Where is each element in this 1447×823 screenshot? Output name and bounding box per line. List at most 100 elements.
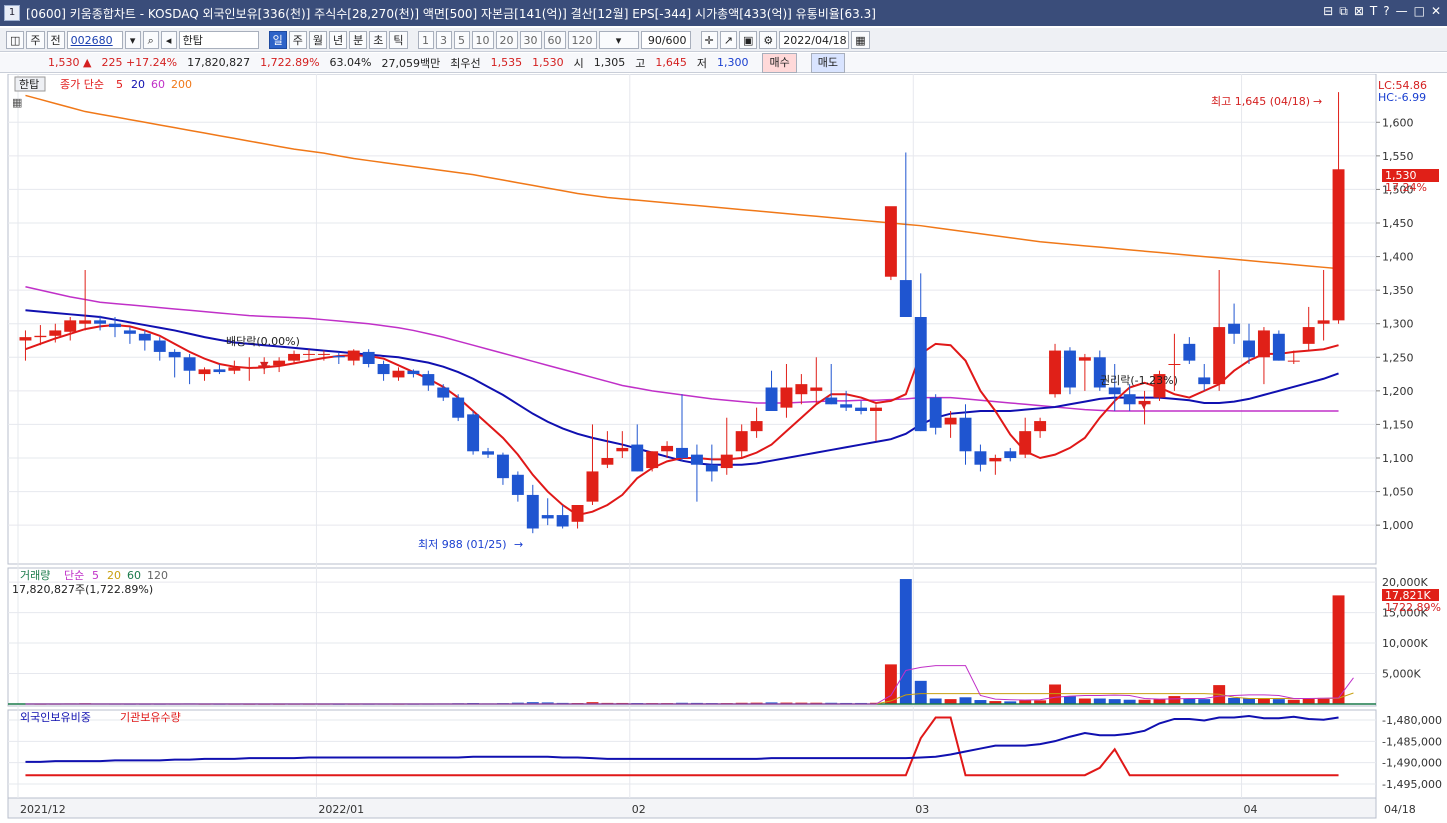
lock-icon[interactable]: ⊠	[1354, 4, 1364, 19]
candle-body	[1049, 350, 1062, 395]
gear-icon[interactable]: ⚙	[759, 30, 778, 49]
interval-10[interactable]: 10	[471, 30, 494, 49]
high-arrow-icon: →	[1313, 95, 1322, 108]
minimize-icon[interactable]: —	[1396, 4, 1408, 19]
candle-body	[586, 471, 599, 502]
speaker-icon[interactable]: ◂	[160, 30, 177, 49]
volume-bar	[1243, 698, 1255, 704]
candle-body	[825, 397, 838, 405]
price-tick-label: 1,600	[1382, 116, 1414, 129]
best-ask-1: 1,535	[490, 56, 523, 69]
calendar-icon[interactable]: ▦	[851, 30, 870, 49]
crosshair-icon[interactable]: ✛	[700, 30, 718, 49]
sell-button[interactable]: 매도	[810, 52, 845, 73]
low-label: 저	[696, 56, 707, 70]
layout-icon[interactable]: ◫	[6, 30, 25, 49]
font-icon[interactable]: T	[1370, 4, 1377, 19]
interval-custom-select[interactable]: ▾	[598, 30, 639, 49]
candle-body	[1213, 327, 1226, 385]
candle-body	[123, 330, 136, 334]
interval-5[interactable]: 5	[453, 30, 470, 49]
rights-arrow-icon: ▼	[1140, 400, 1148, 411]
candle-body	[690, 454, 703, 465]
ma5-legend: 5	[116, 78, 123, 91]
restore-icon[interactable]: ⧉	[1339, 4, 1348, 19]
candle-body	[1168, 364, 1181, 365]
price-tick-label: 1,350	[1382, 284, 1414, 297]
price-tick-label: 1,050	[1382, 486, 1414, 499]
price-tick-label: 1,150	[1382, 418, 1414, 431]
close-icon[interactable]: ✕	[1431, 4, 1441, 19]
candle-body	[64, 320, 77, 332]
period-tab-minute[interactable]: 분	[349, 30, 368, 49]
stock-chart[interactable]: 1,000 1,050 1,100 1,150 1,200 1,250 1,300 1,350…	[0, 74, 1447, 823]
candle-body	[1108, 387, 1121, 395]
candle-body	[437, 387, 450, 398]
candle-body	[198, 369, 211, 375]
vol-ma120-legend: 120	[147, 569, 168, 582]
low-marker: 최저 988 (01/25)	[418, 538, 507, 551]
period-tab-second[interactable]: 초	[369, 30, 388, 49]
interval-120[interactable]: 120	[567, 30, 597, 49]
volume-bar	[1093, 698, 1106, 704]
candle-body	[884, 206, 897, 277]
period-tab-year[interactable]: 년	[329, 30, 348, 49]
candle-body	[616, 447, 629, 452]
interval-20[interactable]: 20	[495, 30, 518, 49]
interval-60[interactable]: 60	[543, 30, 566, 49]
foreign-ratio-legend: 외국인보유비중	[20, 711, 91, 724]
open-label: 시	[573, 56, 584, 70]
table-icon[interactable]: ▦	[12, 96, 22, 109]
period-tab-day[interactable]: 일	[268, 30, 287, 49]
market-select[interactable]: 주	[26, 30, 45, 49]
trade-amount: 27,059백만	[381, 56, 441, 70]
candle-body	[392, 370, 405, 378]
candle-body	[541, 515, 554, 519]
date-tick-label: 2022/01	[318, 803, 364, 816]
save-icon[interactable]: ▣	[738, 30, 758, 49]
period-tab-tick[interactable]: 틱	[389, 30, 408, 49]
vol-ma60-legend: 60	[127, 569, 141, 582]
volume-value: 17,820,827주(1,722.89%)	[12, 583, 153, 596]
candle-body	[34, 335, 47, 338]
interval-3[interactable]: 3	[435, 30, 452, 49]
interval-30[interactable]: 30	[519, 30, 542, 49]
chevron-down-icon[interactable]: ▾	[124, 30, 141, 49]
type-select[interactable]: 전	[46, 30, 65, 49]
candle-body	[79, 320, 92, 324]
date-input[interactable]: 2022/04/18	[779, 30, 850, 49]
candle-body	[780, 387, 793, 408]
ownership-tick-label: -1,485,000	[1382, 735, 1442, 748]
search-icon[interactable]: ⌕	[142, 30, 159, 49]
volume-bar	[899, 579, 912, 704]
candle-body	[422, 374, 435, 386]
stock-code-input[interactable]: 002680	[66, 30, 123, 49]
candle-body	[1243, 340, 1255, 358]
period-tab-week[interactable]: 주	[288, 30, 307, 49]
candle-body	[1287, 360, 1300, 362]
interval-1[interactable]: 1	[417, 30, 434, 49]
candle-body	[1019, 431, 1032, 455]
price-change: 225 +17.24%	[101, 56, 178, 69]
candle-body	[377, 364, 390, 375]
low-arrow-icon: →	[514, 538, 523, 551]
candle-count-input[interactable]: 90/600	[640, 30, 691, 49]
best-ask-2: 1,530	[532, 56, 564, 69]
maximize-icon[interactable]: □	[1414, 4, 1425, 19]
volume: 17,820,827	[187, 56, 251, 69]
candle-body	[810, 387, 823, 391]
date-tick-label: 03	[915, 803, 929, 816]
window-number-badge: 1	[4, 5, 20, 21]
candle-body	[914, 317, 927, 432]
volume-tick-label: 10,000K	[1382, 637, 1428, 650]
candle-body	[1332, 169, 1345, 321]
period-tab-month[interactable]: 월	[308, 30, 328, 49]
help-icon[interactable]: ?	[1383, 4, 1389, 19]
candle-body	[1123, 394, 1136, 405]
volume-bar	[929, 698, 942, 704]
buy-button[interactable]: 매수	[762, 52, 797, 73]
candle-body	[1004, 451, 1017, 458]
draw-tool-icon[interactable]: ↗	[719, 30, 737, 49]
volume-bar	[1228, 697, 1241, 704]
link-icon[interactable]: ⊟	[1323, 4, 1333, 19]
